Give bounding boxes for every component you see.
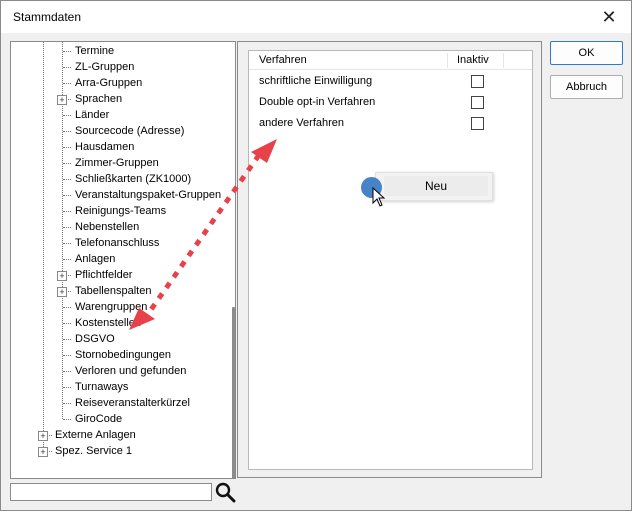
tree-connector [63,339,71,340]
context-menu: Neu [375,172,493,201]
inaktiv-checkbox[interactable] [471,117,484,130]
tree-vertical-scrollbar[interactable] [232,307,235,478]
tree-connector [63,227,71,228]
expand-icon[interactable]: + [57,271,67,281]
tree-item[interactable]: Reiseveranstalterkürzel [75,395,190,411]
tree-root-item[interactable]: Externe Anlagen [55,427,136,443]
tree-item[interactable]: Hausdamen [75,139,134,155]
tree-connector [63,147,71,148]
verfahren-table: Verfahren Inaktiv schriftliche Einwillig… [248,50,533,470]
tree-item[interactable]: Veranstaltungspaket-Gruppen [75,187,221,203]
tree-item[interactable]: ZL-Gruppen [75,59,134,75]
tree-item[interactable]: DSGVO [75,331,115,347]
search-icon[interactable] [214,481,236,503]
column-header-inaktiv[interactable]: Inaktiv [457,53,489,68]
title-bar: Stammdaten ✕ [1,1,631,33]
column-header-verfahren[interactable]: Verfahren [259,53,307,68]
tree-connector [63,307,71,308]
search-input[interactable] [10,483,212,501]
tree-item[interactable]: Zimmer-Gruppen [75,155,159,171]
tree-item[interactable]: Turnaways [75,379,128,395]
navigation-tree[interactable]: Termine ZL-Gruppen Arra-Gruppen + Sprachen Lä… [10,41,236,479]
tree-item[interactable]: Termine [75,43,114,59]
inaktiv-checkbox[interactable] [471,96,484,109]
expand-icon[interactable]: + [57,287,67,297]
tree-item[interactable]: Telefonanschluss [75,235,159,251]
tree-item[interactable]: Warengruppen [75,299,147,315]
mouse-cursor-icon [372,187,386,207]
expand-icon[interactable]: + [38,447,48,457]
tree-connector [63,355,71,356]
tree-connector [63,179,71,180]
tree-connector [63,323,71,324]
tree-root-item[interactable]: Spez. Service 1 [55,443,132,459]
window-title: Stammdaten [13,10,82,24]
cancel-button[interactable]: Abbruch [550,75,623,99]
tree-connector [63,211,71,212]
tree-connector [63,51,71,52]
tree-item[interactable]: Anlagen [75,251,115,267]
tree-item[interactable]: Sprachen [75,91,122,107]
tree-connector [63,387,71,388]
tree-item[interactable]: Schließkarten (ZK1000) [75,171,191,187]
tree-item[interactable]: Tabellenspalten [75,283,151,299]
tree-item[interactable]: Arra-Gruppen [75,75,142,91]
menu-item-neu[interactable]: Neu [384,176,488,196]
tree-guide-line [43,42,44,451]
tree-item[interactable]: Sourcecode (Adresse) [75,123,184,139]
close-icon[interactable]: ✕ [587,1,631,33]
verfahren-panel: Verfahren Inaktiv schriftliche Einwillig… [237,41,542,478]
tree-connector [63,163,71,164]
tree-connector [63,419,71,420]
tree-connector [63,115,71,116]
tree-item[interactable]: Reinigungs-Teams [75,203,166,219]
column-divider [447,53,448,68]
tree-item[interactable]: Verloren und gefunden [75,363,186,379]
stammdaten-dialog: Stammdaten ✕ Termine ZL-Gruppen Arra-Grupp… [0,0,632,511]
tree-connector [63,403,71,404]
header-divider [249,69,532,70]
tree-connector [63,131,71,132]
column-divider [503,53,504,68]
tree-connector [63,243,71,244]
tree-item[interactable]: GiroCode [75,411,122,427]
tree-connector [63,259,71,260]
table-row[interactable]: schriftliche Einwilligung [259,73,372,89]
tree-connector [63,83,71,84]
tree-item[interactable]: Länder [75,107,109,123]
tree-connector [63,67,71,68]
tree-item[interactable]: Kostenstellen [75,315,141,331]
expand-icon[interactable]: + [38,431,48,441]
table-row[interactable]: andere Verfahren [259,115,344,131]
tree-item[interactable]: Stornobedingungen [75,347,171,363]
tree-item[interactable]: Nebenstellen [75,219,139,235]
expand-icon[interactable]: + [57,95,67,105]
ok-button[interactable]: OK [550,41,623,65]
inaktiv-checkbox[interactable] [471,75,484,88]
tree-item[interactable]: Pflichtfelder [75,267,132,283]
table-row[interactable]: Double opt-in Verfahren [259,94,375,110]
tree-connector [63,195,71,196]
tree-connector [63,371,71,372]
